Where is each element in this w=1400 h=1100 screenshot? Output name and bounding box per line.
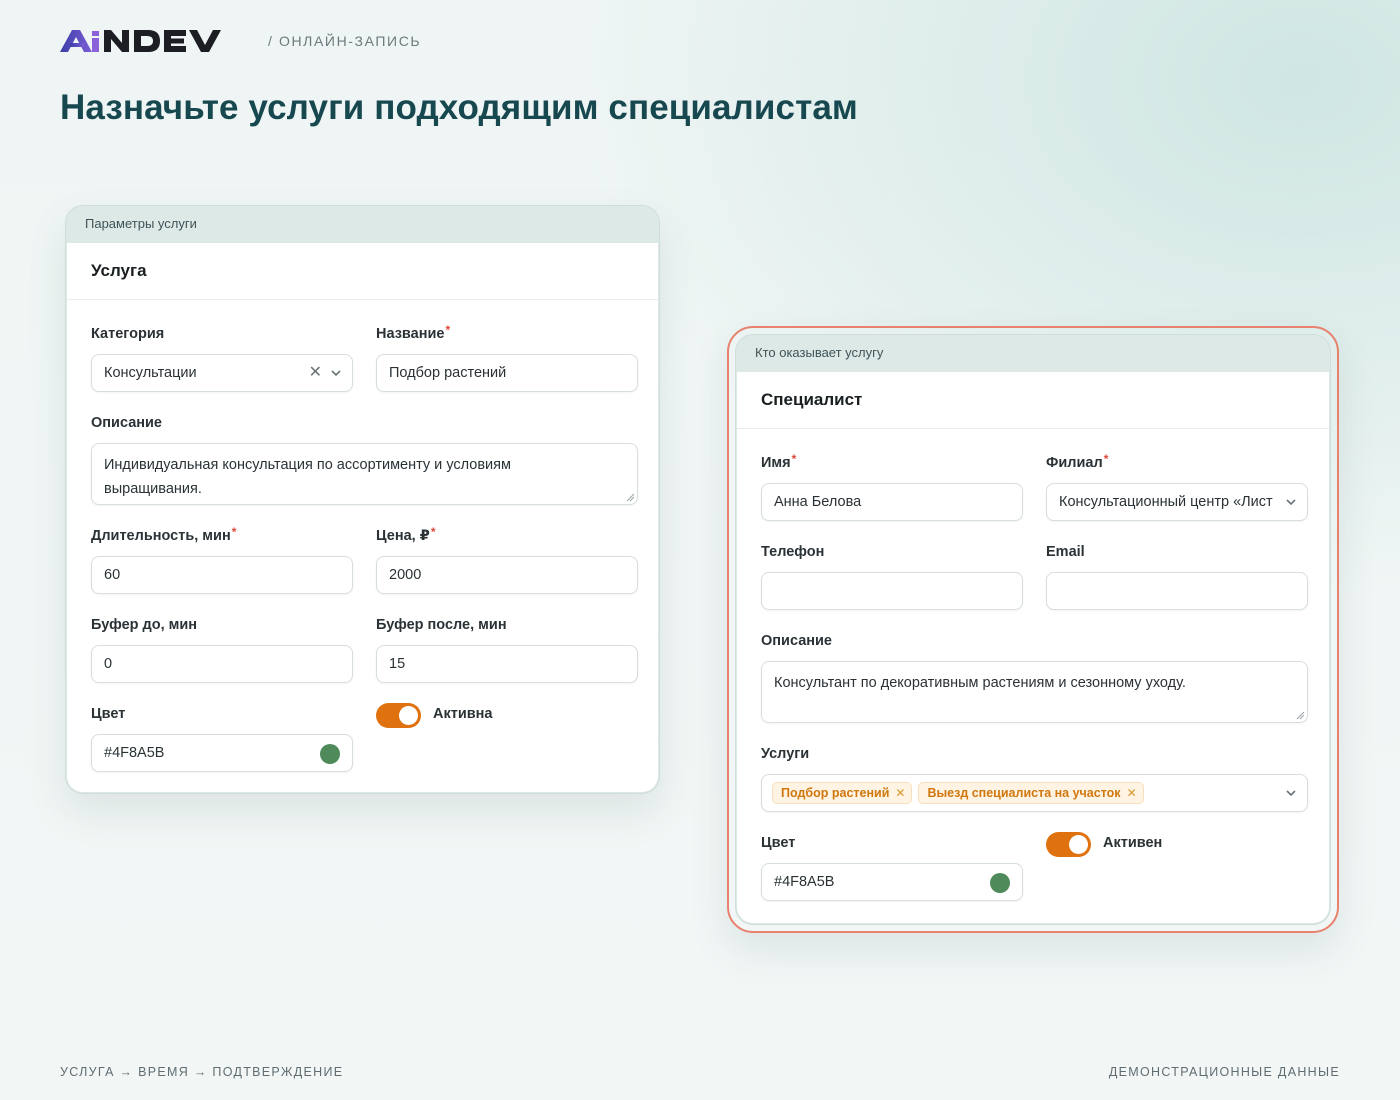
buffer-before-label: Буфер до, мин [91,617,198,633]
buffer-after-label: Буфер после, мин [376,617,507,633]
price-label: Цена, ₽* [376,525,436,544]
resize-handle-icon[interactable] [1296,711,1305,720]
specialist-name-input[interactable]: Анна Белова [761,483,1023,521]
duration-input[interactable]: 60 [91,556,353,594]
service-color-label: Цвет [91,706,126,722]
remove-tag-icon[interactable]: ✕ [1127,786,1137,800]
chevron-down-icon[interactable] [1285,496,1297,508]
specialist-card-heading: Специалист [737,372,1329,429]
phone-input[interactable] [761,572,1023,610]
brand-logo [60,28,242,54]
specialist-color-value: #4F8A5B [774,874,835,890]
required-marker: * [1103,452,1109,466]
services-label: Услуги [761,746,810,762]
service-name-input[interactable]: Подбор растений [376,354,638,392]
toggle-knob [1069,835,1088,854]
service-description-label: Описание [91,415,162,431]
price-field: Цена, ₽* 2000 [376,525,638,594]
footer-note: ДЕМОНСТРАЦИОННЫЕ ДАННЫЕ [1108,1065,1340,1079]
description-text: Консультант по декоративным растениям и … [774,675,1186,691]
specialist-description-field: Описание Консультант по декоративным рас… [761,633,1308,723]
aindev-logo-icon [60,30,221,52]
category-select[interactable]: Консультации ✕ [91,354,353,392]
service-tag: Подбор растений ✕ [772,782,913,804]
clear-icon[interactable]: ✕ [309,365,322,381]
category-field: Категория Консультации ✕ [91,326,353,392]
duration-label: Длительность, мин* [91,525,237,544]
specialist-active-toggle[interactable] [1046,832,1091,857]
color-swatch[interactable] [990,873,1010,893]
specialist-description-textarea[interactable]: Консультант по декоративным растениям и … [761,661,1308,723]
services-multiselect[interactable]: Подбор растений ✕ Выезд специалиста на у… [761,774,1308,812]
page-title: Назначьте услуги подходящим специалистам [60,88,858,127]
service-color-value: #4F8A5B [104,745,165,761]
specialist-description-label: Описание [761,633,832,649]
email-label: Email [1046,544,1085,560]
service-card-tab: Параметры услуги [85,216,197,231]
service-color-input[interactable]: #4F8A5B [91,734,353,772]
services-field: Услуги Подбор растений ✕ Выезд специалис… [761,746,1308,812]
duration-field: Длительность, мин* 60 [91,525,353,594]
service-color-field: Цвет #4F8A5B [91,706,353,772]
remove-tag-icon[interactable]: ✕ [895,786,905,800]
service-active-label: Активна [433,706,493,722]
chevron-down-icon[interactable] [1285,787,1297,799]
specialist-color-input[interactable]: #4F8A5B [761,863,1023,901]
service-tag: Выезд специалиста на участок ✕ [918,782,1144,804]
service-card-heading: Услуга [67,243,658,300]
description-line: выращивания. [104,481,202,497]
specialist-name-label: Имя* [761,452,797,471]
specialist-name-field: Имя* Анна Белова [761,452,1023,521]
service-card: Параметры услуги Услуга Категория Консул… [65,205,660,794]
buffer-after-field: Буфер после, мин 15 [376,617,638,683]
category-label: Категория [91,326,165,342]
buffer-before-input[interactable]: 0 [91,645,353,683]
footer-steps: УСЛУГА → ВРЕМЯ → ПОДТВЕРЖДЕНИЕ [60,1065,344,1079]
branch-field: Филиал* Консультационный центр «Лист [1046,452,1308,521]
buffer-after-input[interactable]: 15 [376,645,638,683]
service-name-field: Название* Подбор растений [376,323,638,392]
service-description-textarea[interactable]: Индивидуальная консультация по ассортиме… [91,443,638,505]
required-marker: * [791,452,797,466]
buffer-before-field: Буфер до, мин 0 [91,617,353,683]
chevron-down-icon[interactable] [330,367,342,379]
specialist-active-label: Активен [1103,835,1163,851]
email-input[interactable] [1046,572,1308,610]
branch-select[interactable]: Консультационный центр «Лист [1046,483,1308,521]
section-breadcrumb: / ОНЛАЙН-ЗАПИСЬ [268,33,422,49]
branch-label: Филиал* [1046,452,1109,471]
service-active-toggle[interactable] [376,703,421,728]
email-field: Email [1046,544,1308,610]
service-name-label: Название* [376,323,451,342]
description-line: Индивидуальная консультация по ассортиме… [104,457,511,473]
toggle-knob [399,706,418,725]
category-value: Консультации [104,365,197,381]
price-input[interactable]: 2000 [376,556,638,594]
specialist-color-label: Цвет [761,835,796,851]
phone-label: Телефон [761,544,825,560]
specialist-card-tab: Кто оказывает услугу [755,345,884,360]
service-card-body: Услуга Категория Консультации ✕ Название… [67,243,658,792]
service-description-field: Описание Индивидуальная консультация по … [91,415,638,505]
phone-field: Телефон [761,544,1023,610]
resize-handle-icon[interactable] [626,493,635,502]
required-marker: * [430,525,436,539]
required-marker: * [231,525,237,539]
required-marker: * [445,323,451,337]
specialist-card-body: Специалист Имя* Анна Белова Филиал* Конс… [737,372,1329,923]
branch-value: Консультационный центр «Лист [1059,494,1273,510]
specialist-card: Кто оказывает услугу Специалист Имя* Анн… [735,334,1331,925]
color-swatch[interactable] [320,744,340,764]
specialist-color-field: Цвет #4F8A5B [761,835,1023,901]
